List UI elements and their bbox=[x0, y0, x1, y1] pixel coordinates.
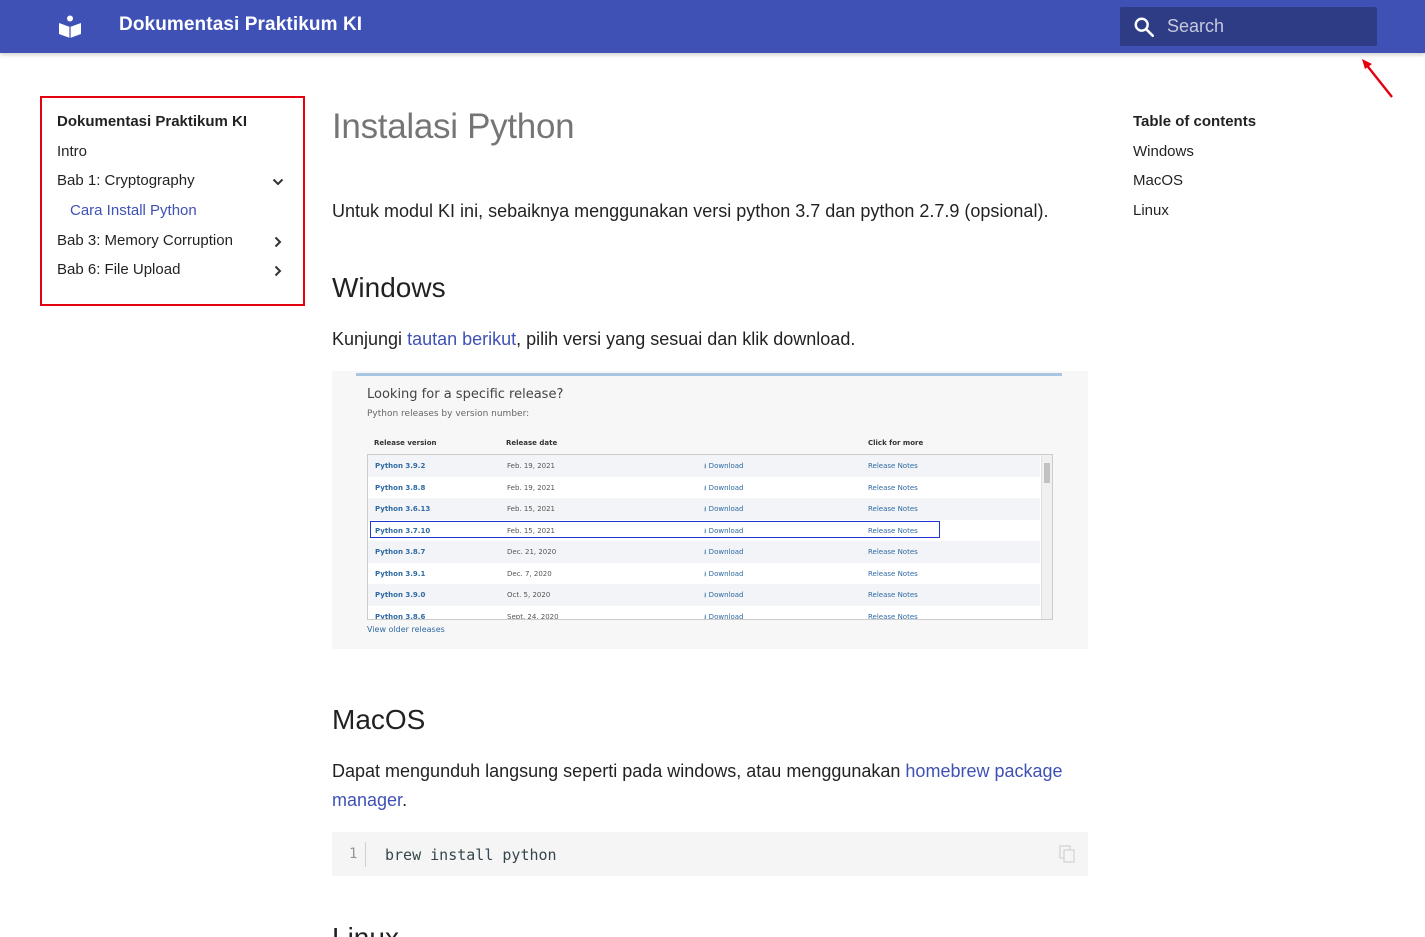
tautan-berikut-link[interactable]: tautan berikut bbox=[407, 329, 516, 349]
page-title: Instalasi Python bbox=[332, 107, 575, 146]
nav-item-intro[interactable]: Intro bbox=[57, 143, 289, 165]
top-header: Dokumentasi Praktikum KI bbox=[0, 0, 1425, 53]
code-text: brew install python bbox=[385, 846, 557, 864]
macos-text-after: . bbox=[402, 790, 408, 810]
search-input[interactable] bbox=[1167, 7, 1367, 46]
linux-heading: Linux bbox=[332, 922, 399, 937]
windows-text-before: Kunjungi bbox=[332, 329, 408, 349]
release-date: Oct. 5, 2020 bbox=[507, 591, 551, 599]
nav-item-label: Intro bbox=[57, 143, 88, 160]
table-scrollbar[interactable] bbox=[1041, 455, 1052, 619]
nav-item-label: Cara Install Python bbox=[70, 202, 197, 219]
chevron-right-icon[interactable] bbox=[271, 235, 285, 249]
release-date: Dec. 7, 2020 bbox=[507, 569, 552, 578]
nav-item-bab-1-cryptography[interactable]: Bab 1: Cryptography bbox=[57, 172, 289, 194]
release-date: Feb. 19, 2021 bbox=[507, 483, 556, 492]
release-notes-link: Release Notes bbox=[868, 612, 918, 620]
macos-heading: MacOS bbox=[332, 704, 426, 735]
nav-item-bab-3-memory-corruption[interactable]: Bab 3: Memory Corruption bbox=[57, 232, 289, 254]
scroll-thumb[interactable] bbox=[1044, 463, 1050, 483]
toc-title: Table of contents bbox=[1133, 113, 1257, 130]
download-link: ⭳ Download bbox=[704, 505, 744, 513]
macos-paragraph: Dapat mengunduh langsung seperti pada wi… bbox=[332, 757, 1072, 815]
header-release-date: Release date bbox=[506, 439, 558, 447]
toc-item-linux[interactable]: Linux bbox=[1133, 202, 1169, 219]
book-reader-icon[interactable] bbox=[58, 14, 82, 38]
release-date: Feb. 19, 2021 bbox=[507, 462, 556, 470]
intro-paragraph: Untuk modul KI ini, sebaiknya menggunaka… bbox=[332, 201, 1049, 221]
release-date: Sept. 24, 2020 bbox=[507, 612, 559, 620]
download-link: ⭳ Download bbox=[704, 483, 744, 492]
table-row: Python 3.8.7 Dec. 21, 2020 ⭳ Download Relea… bbox=[368, 541, 1040, 563]
table-row: Python 3.8.6 Sept. 24, 2020 ⭳ Download Rele… bbox=[368, 606, 1040, 620]
python-releases-screenshot: Looking for a specific release? Python r… bbox=[332, 371, 1088, 649]
release-notes-link: Release Notes bbox=[868, 591, 918, 599]
windows-paragraph: Kunjungi tautan berikut, pilih versi yan… bbox=[332, 325, 855, 354]
nav-item-label: Bab 1: Cryptography bbox=[57, 172, 195, 189]
header-click-for-more: Click for more bbox=[868, 439, 924, 447]
toc-item-windows[interactable]: Windows bbox=[1133, 143, 1194, 160]
download-link: ⭳ Download bbox=[704, 591, 744, 599]
release-notes-link: Release Notes bbox=[868, 548, 918, 556]
search-icon bbox=[1134, 17, 1154, 37]
highlighted-row-box bbox=[370, 521, 940, 538]
nav-item-label: Bab 6: File Upload bbox=[57, 261, 181, 278]
toc-item-macos[interactable]: MacOS bbox=[1133, 172, 1183, 189]
view-older-releases-link: View older releases bbox=[367, 625, 445, 634]
nav-item-cara-install-python[interactable]: Cara Install Python bbox=[70, 202, 289, 224]
release-version-link: Python 3.8.6 bbox=[375, 612, 426, 620]
table-row: Python 3.9.2 Feb. 19, 2021 ⭳ Download Relea… bbox=[368, 455, 1040, 477]
download-link: ⭳ Download bbox=[704, 612, 744, 620]
windows-heading: Windows bbox=[332, 272, 446, 303]
divider bbox=[365, 842, 366, 867]
nav-item-bab-6-file-upload[interactable]: Bab 6: File Upload bbox=[57, 261, 289, 283]
release-date: Dec. 21, 2020 bbox=[507, 548, 557, 556]
releases-title: Looking for a specific release? bbox=[367, 387, 564, 402]
site-title[interactable]: Dokumentasi Praktikum KI bbox=[119, 14, 362, 36]
header-release-version: Release version bbox=[374, 439, 437, 447]
release-version-link: Python 3.8.7 bbox=[375, 548, 426, 556]
release-version-link: Python 3.9.2 bbox=[375, 462, 426, 470]
release-notes-link: Release Notes bbox=[868, 483, 918, 492]
releases-table: Python 3.9.2 Feb. 19, 2021 ⭳ Download Relea… bbox=[367, 454, 1053, 620]
chevron-right-icon[interactable] bbox=[271, 264, 285, 278]
table-row: Python 3.9.1 Dec. 7, 2020 ⭳ Download Releas… bbox=[368, 563, 1040, 585]
table-row: Python 3.8.8 Feb. 19, 2021 ⭳ Download Relea… bbox=[368, 477, 1040, 499]
release-version-link: Python 3.8.8 bbox=[375, 483, 426, 492]
releases-subtitle: Python releases by version number: bbox=[367, 409, 530, 419]
divider bbox=[356, 373, 1062, 376]
release-version-link: Python 3.9.0 bbox=[375, 591, 426, 599]
release-notes-link: Release Notes bbox=[868, 505, 918, 513]
release-notes-link: Release Notes bbox=[868, 569, 918, 578]
download-link: ⭳ Download bbox=[704, 548, 744, 556]
copy-icon[interactable] bbox=[1057, 844, 1077, 864]
search-box[interactable] bbox=[1120, 7, 1377, 46]
nav-title: Dokumentasi Praktikum KI bbox=[57, 113, 248, 130]
macos-text-before: Dapat mengunduh langsung seperti pada wi… bbox=[332, 761, 906, 781]
windows-text-after: , pilih versi yang sesuai dan klik downl… bbox=[516, 329, 856, 349]
release-version-link: Python 3.9.1 bbox=[375, 569, 426, 578]
annotation-arrow-icon bbox=[1362, 59, 1393, 98]
line-number: 1 bbox=[349, 846, 358, 862]
code-block: 1 brew install python bbox=[332, 832, 1088, 876]
table-row: Python 3.6.13 Feb. 15, 2021 ⭳ Download Rele… bbox=[368, 498, 1040, 520]
download-link: ⭳ Download bbox=[704, 569, 744, 578]
release-date: Feb. 15, 2021 bbox=[507, 505, 556, 513]
download-link: ⭳ Download bbox=[704, 462, 744, 470]
chevron-down-icon[interactable] bbox=[271, 175, 285, 189]
release-version-link: Python 3.6.13 bbox=[375, 505, 431, 513]
nav-item-label: Bab 3: Memory Corruption bbox=[57, 232, 233, 249]
release-notes-link: Release Notes bbox=[868, 462, 918, 470]
table-row: Python 3.9.0 Oct. 5, 2020 ⭳ Download Releas… bbox=[368, 584, 1040, 606]
